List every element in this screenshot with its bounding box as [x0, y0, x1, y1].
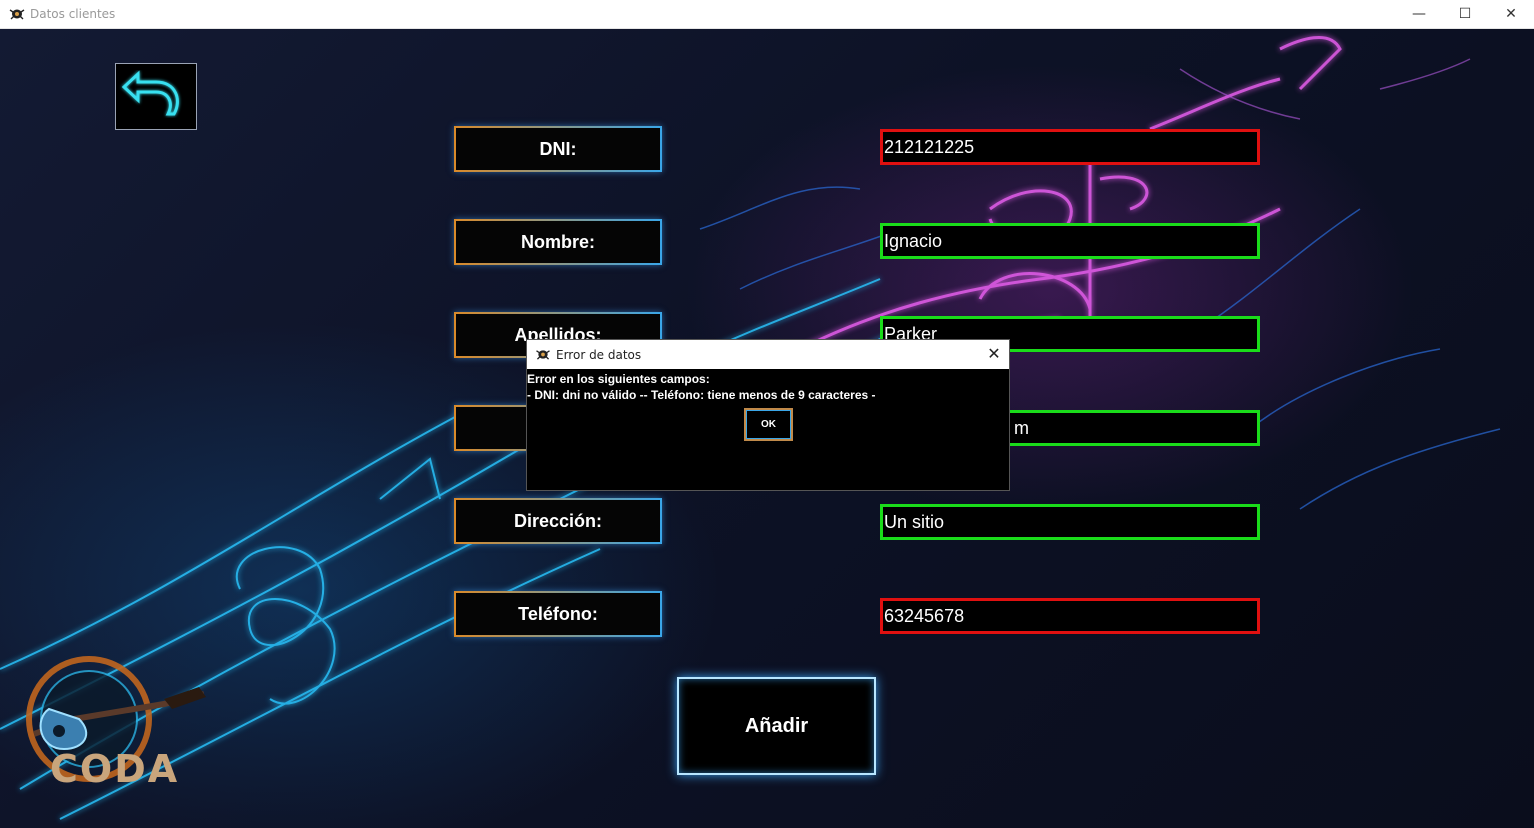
maximize-button[interactable]: ☐: [1442, 0, 1488, 29]
label-telefono: Teléfono:: [454, 591, 662, 637]
dialog-title: Error de datos: [556, 348, 642, 362]
dialog-titlebar: Error de datos ✕: [527, 340, 1009, 369]
dni-field[interactable]: 212121225: [880, 129, 1260, 165]
dialog-app-icon: [536, 350, 550, 360]
window-titlebar: Datos clientes — ☐ ✕: [0, 0, 1534, 29]
dialog-close-button[interactable]: ✕: [982, 343, 1006, 365]
label-nombre: Nombre:: [454, 219, 662, 265]
ok-button[interactable]: OK: [744, 408, 793, 441]
direccion-field[interactable]: Un sitio: [880, 504, 1260, 540]
error-dialog: Error de datos ✕ Error en los siguientes…: [526, 339, 1010, 491]
back-button[interactable]: [115, 63, 197, 130]
telefono-field[interactable]: 63245678: [880, 598, 1260, 634]
add-button[interactable]: Añadir: [677, 677, 876, 775]
window-title: Datos clientes: [30, 7, 116, 21]
minimize-button[interactable]: —: [1396, 0, 1442, 29]
logo-text: CODA: [50, 747, 180, 791]
back-arrow-icon: [121, 70, 179, 116]
app-icon: [9, 9, 25, 20]
label-direccion: Dirección:: [454, 498, 662, 544]
dialog-message-heading: Error en los siguientes campos:: [527, 372, 710, 386]
close-button[interactable]: ✕: [1488, 0, 1534, 29]
dialog-message-detail: - DNI: dni no válido -- Teléfono: tiene …: [527, 388, 876, 402]
label-dni: DNI:: [454, 126, 662, 172]
nombre-field[interactable]: Ignacio: [880, 223, 1260, 259]
